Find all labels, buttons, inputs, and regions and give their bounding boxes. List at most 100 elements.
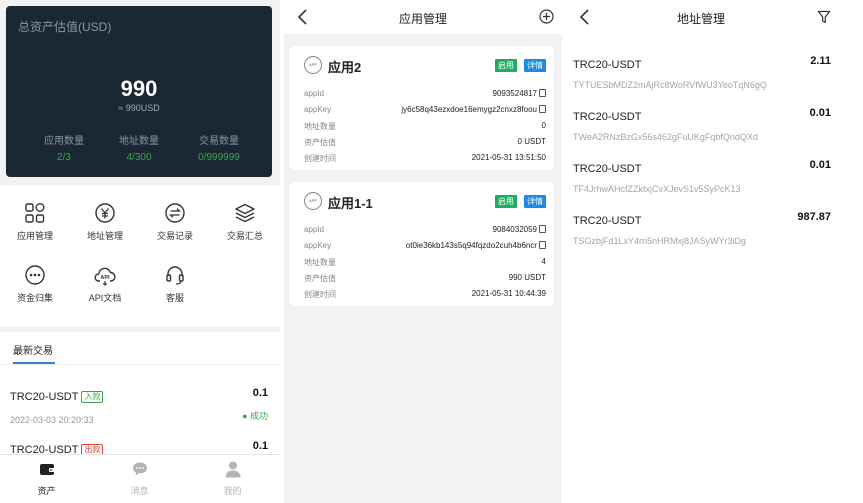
- row-value: 2021-05-31 10:44:39: [471, 289, 546, 298]
- transaction-asset: TRC20-USDT: [10, 444, 79, 454]
- row-key: 资产估值: [304, 274, 336, 283]
- app-row-appkey: appKey ot0ie36kb143s5q94fqzdo2cuh4b6ncr: [304, 241, 546, 255]
- row-value: 2021-05-31 13:51:50: [471, 153, 546, 162]
- row-key: appKey: [304, 241, 332, 250]
- app-management-screen: 应用管理 APP 应用2 启用 详情 appId 9093524817 appK…: [284, 0, 562, 503]
- address-item[interactable]: TRC20-USDT 0.01 TF4JrhwAHcfZZktxjCvXJevS…: [573, 159, 831, 213]
- wallet-icon: [39, 464, 55, 475]
- detail-button[interactable]: 详情: [524, 59, 546, 72]
- appid-value: 9084032059: [492, 225, 538, 234]
- menu-fund-collection[interactable]: 资金归集: [0, 264, 70, 304]
- filter-icon[interactable]: [817, 10, 831, 24]
- recent-transactions: 最新交易 TRC20-USDT 入款 0.1 2022-03-03 20:20:3…: [0, 332, 280, 454]
- user-icon: [225, 461, 240, 478]
- address-item[interactable]: TRC20-USDT 0.01 TWeA2RNzBzGx56s462gFuUKg…: [573, 107, 831, 161]
- app-row-address-count: 地址数量 4: [304, 257, 546, 271]
- yen-icon: [95, 203, 115, 223]
- address-text: TWeA2RNzBzGx56s462gFuUKgFqbfQndQXd: [573, 132, 758, 142]
- grid-icon: [25, 203, 45, 223]
- tab-messages[interactable]: 消息: [93, 455, 186, 503]
- menu-customer-service[interactable]: 客服: [140, 264, 210, 304]
- menu-api-docs[interactable]: API API文档: [70, 264, 140, 304]
- page-title: 应用管理: [398, 12, 447, 26]
- exchange-icon: [165, 203, 185, 223]
- message-icon: [132, 462, 147, 476]
- app-row-appid: appId 9093524817: [304, 89, 546, 103]
- transaction-amount: 0.1: [252, 440, 268, 452]
- address-balance: 0.01: [809, 107, 831, 119]
- row-key: 创建时间: [304, 290, 336, 299]
- stat-app-count: 应用数量 2/3: [24, 132, 104, 163]
- tab-mine[interactable]: 我的: [186, 455, 279, 503]
- layers-icon: [235, 203, 255, 223]
- transaction-time: 2022-03-03 20:20:33: [10, 415, 94, 425]
- menu-label: 交易汇总: [226, 231, 263, 241]
- divider: [0, 364, 280, 365]
- menu-transaction-records[interactable]: 交易记录: [140, 202, 210, 242]
- address-management-screen: 地址管理 TRC20-USDT 2.11 TYTUESbMDZ2mAjRc8Wo…: [566, 0, 863, 503]
- row-key: 创建时间: [304, 154, 336, 163]
- app-row-appkey: appKey jy6c58q43ezxdoe16emygz2cnxz8foou: [304, 105, 546, 119]
- row-value: ot0ie36kb143s5q94fqzdo2cuh4b6ncr: [406, 241, 546, 250]
- tab-label: 我的: [223, 486, 242, 496]
- address-balance: 2.11: [810, 55, 831, 67]
- app-row-asset-value: 资产估值 0 USDT: [304, 137, 546, 151]
- row-key: appId: [304, 89, 325, 98]
- recent-transactions-tab[interactable]: 最新交易: [13, 342, 53, 357]
- headset-icon: [166, 266, 184, 285]
- total-asset-title: 总资产估值(USD): [18, 20, 112, 34]
- stat-label: 交易数量: [199, 136, 239, 147]
- stat-address-count: 地址数量 4/300: [99, 132, 179, 163]
- transaction-amount: 0.1: [252, 387, 268, 399]
- stat-value: 2/3: [57, 152, 71, 163]
- app-row-asset-value: 资产估值 990 USDT: [304, 273, 546, 287]
- appkey-value: ot0ie36kb143s5q94fqzdo2cuh4b6ncr: [405, 241, 537, 250]
- appid-value: 9093524817: [492, 89, 538, 98]
- copy-icon[interactable]: [539, 105, 546, 113]
- status-badge: 启用: [495, 195, 517, 208]
- total-asset-value: 990: [120, 76, 158, 101]
- stat-transaction-count: 交易数量 0/999999: [179, 132, 259, 163]
- copy-icon[interactable]: [539, 225, 546, 233]
- api-cloud-icon: API: [94, 267, 116, 286]
- tab-label: 资产: [37, 486, 56, 496]
- nav-header: 地址管理: [566, 0, 863, 34]
- transaction-item[interactable]: TRC20-USDT 入款 0.1 2022-03-03 20:20:33 ● 成…: [10, 387, 268, 425]
- app-card[interactable]: APP 应用1-1 启用 详情 appId 9084032059 appKey …: [290, 182, 554, 306]
- row-value: 990 USDT: [508, 273, 546, 282]
- app-row-created-time: 创建时间 2021-05-31 10:44:39: [304, 289, 546, 303]
- address-balance: 987.87: [797, 211, 831, 223]
- detail-button[interactable]: 详情: [524, 195, 546, 208]
- address-item[interactable]: TRC20-USDT 987.87 TSGzbjFd1LxY4rn5nHRMxj…: [573, 211, 831, 265]
- copy-icon[interactable]: [539, 89, 546, 97]
- address-text: TSGzbjFd1LxY4rn5nHRMxj8JASyWYr3iDg: [573, 236, 747, 246]
- menu-app-management[interactable]: 应用管理: [0, 202, 70, 242]
- add-circle-icon[interactable]: [539, 9, 554, 24]
- tab-assets[interactable]: 资产: [0, 455, 93, 503]
- app-card[interactable]: APP 应用2 启用 详情 appId 9093524817 appKey jy…: [290, 46, 554, 170]
- row-value: 0 USDT: [517, 137, 546, 146]
- address-item[interactable]: TRC20-USDT 2.11 TYTUESbMDZ2mAjRc8WoRVfWU…: [573, 55, 831, 109]
- withdraw-tag: 出款: [81, 444, 104, 454]
- row-key: 地址数量: [304, 122, 336, 131]
- stat-label: 地址数量: [119, 136, 159, 147]
- total-asset-usd: ≈ 990USD: [118, 103, 160, 113]
- menu-address-management[interactable]: 地址管理: [70, 202, 140, 242]
- app-row-created-time: 创建时间 2021-05-31 13:51:50: [304, 153, 546, 167]
- nav-header: 应用管理: [284, 0, 562, 34]
- copy-icon[interactable]: [539, 241, 546, 249]
- row-key: appKey: [304, 105, 332, 114]
- assets-home-screen: 总资产估值(USD) 990 ≈ 990USD 应用数量 2/3 地址数量 4/…: [0, 0, 280, 503]
- transaction-item[interactable]: TRC20-USDT 出款 0.1: [10, 440, 268, 454]
- app-icon: APP: [304, 192, 322, 210]
- total-asset-card: 总资产估值(USD) 990 ≈ 990USD 应用数量 2/3 地址数量 4/…: [6, 6, 272, 177]
- menu-transaction-summary[interactable]: 交易汇总: [210, 202, 280, 242]
- bottom-tab-bar: 资产 消息 我的: [0, 454, 280, 503]
- transaction-status: ● 成功: [242, 411, 268, 421]
- address-balance: 0.01: [809, 159, 831, 171]
- row-key: 地址数量: [304, 258, 336, 267]
- tab-label: 消息: [130, 486, 149, 496]
- menu-label: 交易记录: [156, 231, 193, 241]
- stat-value: 0/999999: [198, 152, 240, 163]
- row-value: jy6c58q43ezxdoe16emygz2cnxz8foou: [401, 105, 546, 114]
